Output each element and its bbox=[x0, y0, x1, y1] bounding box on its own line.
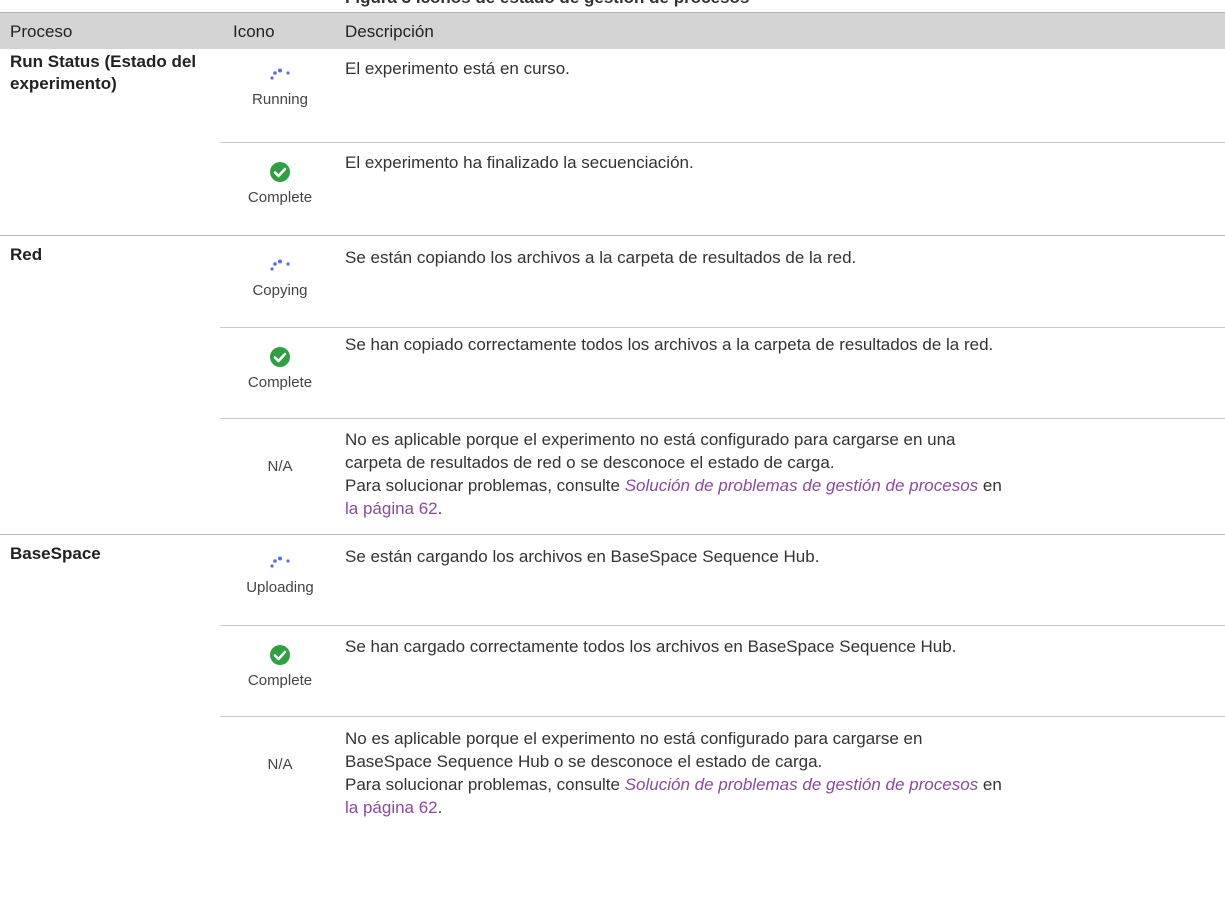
troubleshoot-prefix: Para solucionar problemas, consulte bbox=[345, 476, 625, 495]
table-row: Uploading Se están cargando los archivos… bbox=[220, 535, 1225, 626]
troubleshoot-end: . bbox=[437, 798, 443, 817]
troubleshoot-end: . bbox=[437, 499, 443, 518]
icon-caption: Uploading bbox=[246, 579, 314, 596]
description-line: No es aplicable porque el experimento no… bbox=[345, 729, 923, 748]
troubleshoot-mid: en bbox=[978, 476, 1002, 495]
table-row: Complete El experimento ha finalizado la… bbox=[220, 143, 1225, 235]
group-label-red: Red bbox=[10, 245, 43, 264]
description-cell: El experimento ha finalizado la secuenci… bbox=[345, 153, 694, 172]
header-icono: Icono bbox=[233, 22, 275, 41]
icon-cell: Complete bbox=[220, 346, 340, 391]
group-basespace: BaseSpace Uploading Se están cargando lo… bbox=[0, 535, 1225, 832]
group-run-status: Run Status (Estado del experimento) Runn… bbox=[0, 49, 1225, 236]
header-descripcion: Descripción bbox=[345, 22, 434, 41]
check-circle-icon bbox=[270, 645, 290, 665]
icon-cell: Running bbox=[220, 65, 340, 108]
description-cell: No es aplicable porque el experimento no… bbox=[345, 727, 1220, 819]
page-reference-link[interactable]: la página 62 bbox=[345, 499, 438, 518]
icon-cell: N/A bbox=[220, 756, 340, 773]
group-label-basespace: BaseSpace bbox=[10, 544, 101, 563]
description-cell: Se han cargado correctamente todos los a… bbox=[345, 637, 957, 656]
spinner-icon bbox=[270, 556, 290, 568]
icon-caption: Complete bbox=[247, 672, 313, 689]
description-cell: Se han copiado correctamente todos los a… bbox=[345, 335, 994, 354]
table-row: Complete Se han cargado correctamente to… bbox=[220, 626, 1225, 717]
icon-cell: Complete bbox=[220, 161, 340, 206]
troubleshoot-mid: en bbox=[978, 775, 1002, 794]
check-circle-icon bbox=[270, 347, 290, 367]
page-reference-link[interactable]: la página 62 bbox=[345, 798, 438, 817]
troubleshoot-prefix: Para solucionar problemas, consulte bbox=[345, 775, 625, 794]
icon-caption: N/A bbox=[267, 756, 293, 773]
icon-caption: Complete bbox=[247, 189, 313, 206]
troubleshooting-link[interactable]: Solución de problemas de gestión de proc… bbox=[625, 775, 978, 794]
spinner-icon bbox=[270, 259, 290, 271]
description-line: No es aplicable porque el experimento no… bbox=[345, 430, 956, 449]
description-line: carpeta de resultados de red o se descon… bbox=[345, 453, 835, 472]
table-row: N/A No es aplicable porque el experiment… bbox=[220, 717, 1225, 832]
description-cell: Se están cargando los archivos en BaseSp… bbox=[345, 547, 820, 566]
table-row: Running El experimento está en curso. bbox=[220, 49, 1225, 143]
figure-caption-clip: Figura 3 Iconos de estado de gestión de … bbox=[0, 0, 1225, 12]
check-circle-icon bbox=[270, 162, 290, 182]
icon-cell: Uploading bbox=[220, 553, 340, 596]
group-label-run-status: Run Status (Estado del experimento) bbox=[10, 52, 197, 93]
icon-cell: Copying bbox=[220, 256, 340, 299]
description-line: BaseSpace Sequence Hub o se desconoce el… bbox=[345, 752, 823, 771]
figure-caption: Figura 3 Iconos de estado de gestión de … bbox=[345, 0, 749, 8]
description-cell: El experimento está en curso. bbox=[345, 59, 570, 78]
troubleshooting-link[interactable]: Solución de problemas de gestión de proc… bbox=[625, 476, 978, 495]
header-proceso: Proceso bbox=[10, 22, 73, 41]
icon-caption: N/A bbox=[267, 458, 293, 475]
icon-caption: Running bbox=[252, 91, 308, 108]
table-row: Complete Se han copiado correctamente to… bbox=[220, 328, 1225, 419]
table-row: N/A No es aplicable porque el experiment… bbox=[220, 419, 1225, 534]
spinner-icon bbox=[270, 68, 290, 80]
description-cell: Se están copiando los archivos a la carp… bbox=[345, 248, 857, 267]
process-status-table: Proceso Icono Descripción Run Status (Es… bbox=[0, 12, 1225, 832]
icon-caption: Complete bbox=[247, 374, 313, 391]
table-header: Proceso Icono Descripción bbox=[0, 12, 1225, 49]
icon-caption: Copying bbox=[252, 282, 308, 299]
description-cell: No es aplicable porque el experimento no… bbox=[345, 428, 1220, 520]
table-row: Copying Se están copiando los archivos a… bbox=[220, 236, 1225, 328]
icon-cell: N/A bbox=[220, 458, 340, 475]
icon-cell: Complete bbox=[220, 644, 340, 689]
group-red: Red Copying Se están copiando los archiv… bbox=[0, 236, 1225, 535]
